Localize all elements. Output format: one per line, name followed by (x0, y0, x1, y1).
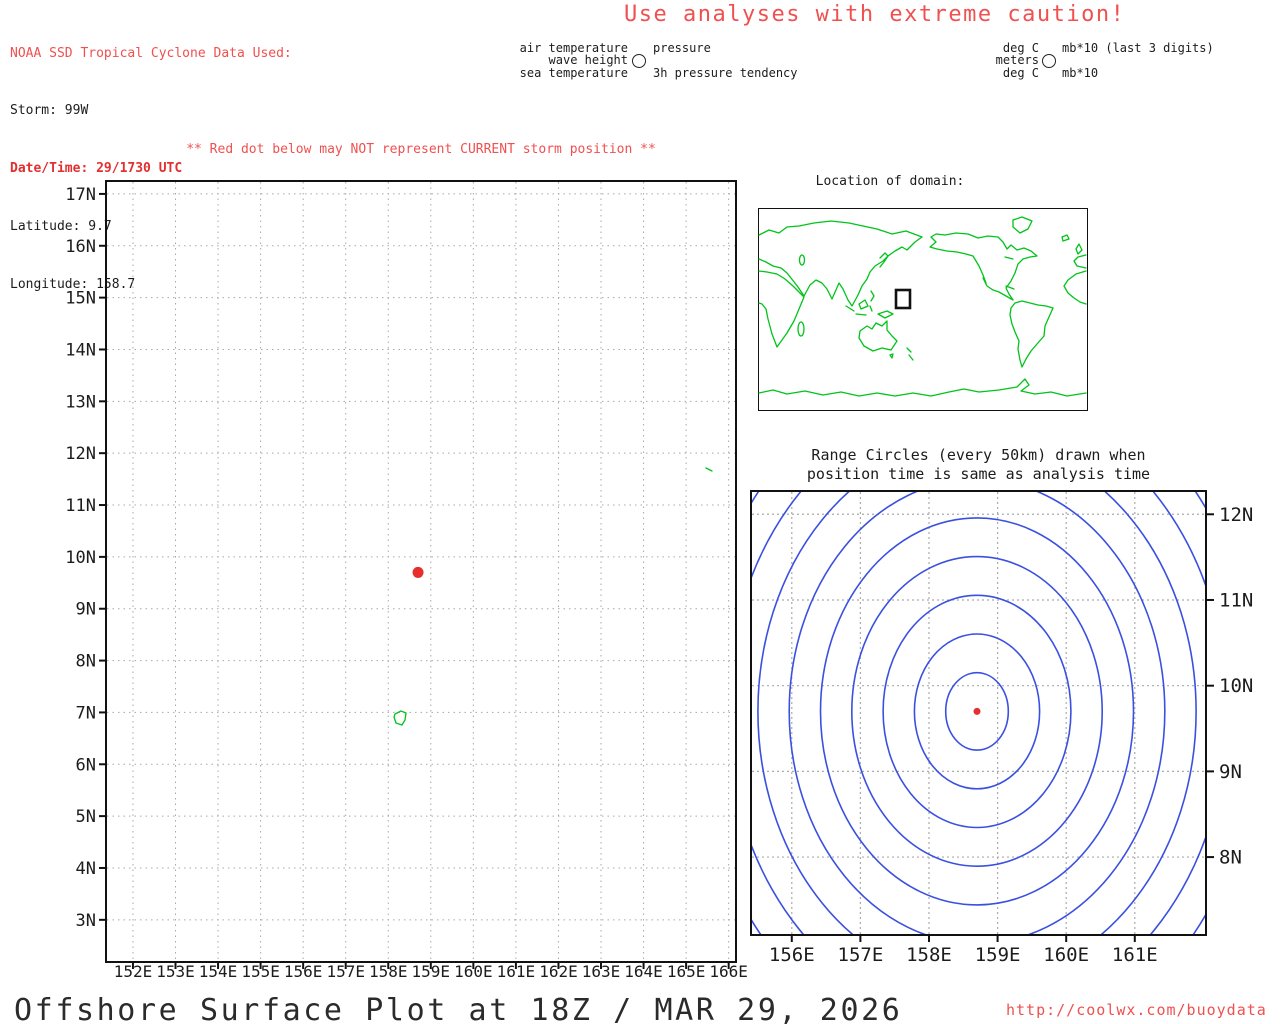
page-title: Offshore Surface Plot at 18Z / MAR 29, 2… (14, 993, 903, 1024)
info-source-line: NOAA SSD Tropical Cyclone Data Used: (10, 45, 292, 61)
axis-tick-label: 161E (497, 962, 536, 981)
axis-tick-label: 154E (199, 962, 238, 981)
storm-position-warning: ** Red dot below may NOT represent CURRE… (186, 142, 656, 157)
axis-tick-label: 9N (76, 600, 96, 620)
axis-tick-label: 9N (1219, 761, 1242, 783)
axis-tick-label: 156E (284, 962, 323, 981)
caution-title: Use analyses with extreme caution! (624, 2, 1126, 27)
axis-tick-label: 12N (65, 444, 96, 464)
axis-tick-label: 7N (76, 703, 96, 723)
axis-tick-label: 8N (76, 652, 96, 672)
range-circles-title: Range Circles (every 50km) drawn when po… (806, 446, 1151, 483)
legend-sea-temperature: sea temperature (519, 65, 628, 80)
legend-wave-units: meters (995, 53, 1039, 68)
legend-pressure: pressure (653, 41, 711, 55)
axis-tick-label: 166E (709, 962, 748, 981)
station-legend-units-right: mb*10 (last 3 digits) mb*10 (1062, 42, 1214, 79)
axis-tick-label: 158E (906, 944, 952, 966)
axis-tick-label: 17N (65, 185, 96, 205)
axis-tick-label: 14N (65, 340, 96, 360)
axis-tick-label: 161E (1112, 944, 1158, 966)
axis-tick-label: 5N (76, 807, 96, 827)
legend-pressure-tendency: 3h pressure tendency (653, 65, 798, 80)
main-surface-plot-panel: 152E 153E 154E 155E 156E 157E 158E 159E 160E 161E… (65, 180, 748, 981)
storm-position-dot (412, 566, 424, 578)
station-legend-measurements-right: pressure 3h pressure tendency (653, 42, 798, 79)
axis-tick-label: 4N (76, 859, 96, 879)
info-storm: Storm: 99W (10, 103, 89, 119)
range-circles-panel: 156E 157E 158E 159E 160E 161E 12N 11N 10N 9N 8N (750, 490, 1253, 966)
axis-tick-label: 159E (975, 944, 1021, 966)
axis-tick-label: 13N (65, 392, 96, 412)
islet-mark (705, 467, 713, 472)
axis-tick-label: 164E (624, 962, 663, 981)
axis-tick-label: 160E (454, 962, 493, 981)
island-contour (393, 710, 407, 726)
source-url: http://coolwx.com/buoydata (1006, 1001, 1267, 1019)
axis-tick-label: 163E (582, 962, 621, 981)
axis-grid: 152E 153E 154E 155E 156E 157E 158E 159E 160E 161E… (65, 182, 748, 981)
axis-tick-label: 11N (1219, 589, 1253, 611)
domain-map-title: Location of domain: (815, 174, 965, 189)
main-surface-plot: 152E 153E 154E 155E 156E 157E 158E 159E 160E 161E… (65, 182, 748, 981)
axis-tick-label: 6N (76, 755, 96, 775)
axis-tick-label: 153E (156, 962, 195, 981)
range-center-dot (973, 707, 981, 715)
axis-tick-label: 160E (1043, 944, 1089, 966)
axis-tick-label: 11N (65, 496, 96, 516)
axis-tick-label: 156E (769, 944, 815, 966)
range-circles-plot: 156E 157E 158E 159E 160E 161E 12N 11N 10N 9N 8N (752, 492, 1253, 966)
world-map (758, 216, 1087, 397)
station-model-circle-icon (1042, 54, 1056, 68)
world-coastlines (758, 216, 1087, 397)
axis-tick-label: 3N (76, 911, 96, 931)
legend-pressure-units: mb*10 (last 3 digits) (1062, 41, 1214, 55)
axis-tick-label: 152E (114, 962, 153, 981)
axis-tick-label: 10N (1219, 675, 1253, 697)
legend-tendency-units: mb*10 (1062, 65, 1099, 80)
station-legend-units-left: deg C meters deg C (955, 42, 1039, 79)
axis-tick-label: 157E (838, 944, 884, 966)
station-legend-measurements-left: air temperature wave height sea temperat… (470, 42, 628, 79)
domain-location-map-panel (758, 208, 1088, 411)
axis-tick-label: 10N (65, 548, 96, 568)
map-features (393, 467, 713, 726)
axis-tick-label: 158E (369, 962, 408, 981)
axis-tick-label: 155E (241, 962, 280, 981)
axis-tick-label: 162E (539, 962, 578, 981)
axis-tick-label: 159E (412, 962, 451, 981)
axis-tick-label: 15N (65, 289, 96, 309)
station-model-circle-icon (632, 54, 646, 68)
axis-tick-label: 8N (1219, 847, 1242, 869)
axis-tick-label: 12N (1219, 504, 1253, 526)
info-datetime: Date/Time: 29/1730 UTC (10, 161, 183, 177)
axis-tick-label: 157E (326, 962, 365, 981)
axis-tick-label: 16N (65, 237, 96, 257)
legend-wave-height: wave height (548, 53, 628, 68)
domain-box-marker (894, 288, 912, 310)
axis-tick-label: 165E (667, 962, 706, 981)
legend-sea-units: deg C (1002, 65, 1039, 80)
